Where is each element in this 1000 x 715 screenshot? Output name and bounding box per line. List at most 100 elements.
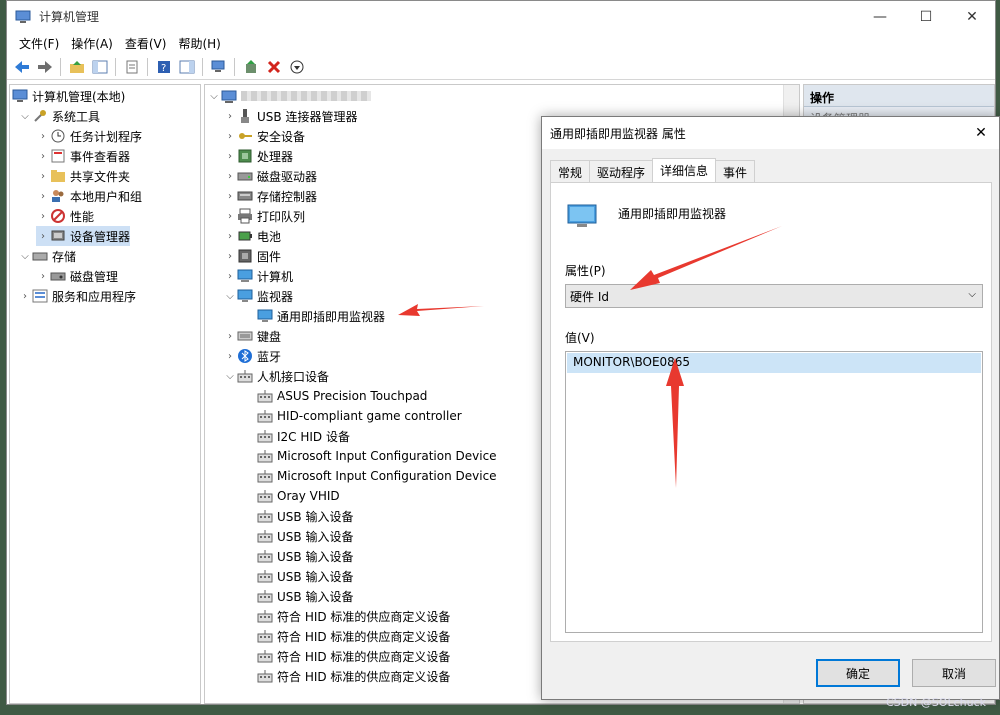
cpu-icon [237, 148, 253, 164]
scan-hardware-icon[interactable] [208, 57, 229, 77]
device-tree-root[interactable]: ⌵ [207, 86, 371, 106]
tree-item[interactable]: USB 输入设备 [243, 506, 353, 526]
properties-icon[interactable] [121, 57, 142, 77]
chevron-right-icon[interactable]: › [223, 111, 237, 122]
chevron-right-icon[interactable]: › [36, 171, 50, 182]
chevron-down-icon[interactable]: ⌵ [223, 291, 237, 302]
tree-item[interactable]: › 电池 [223, 226, 281, 246]
tree-item[interactable]: › 磁盘驱动器 [223, 166, 317, 186]
menu-item[interactable]: 操作(A) [65, 35, 119, 52]
chevron-right-icon[interactable]: › [223, 231, 237, 242]
tree-item-label: 打印队列 [257, 209, 306, 224]
tree-item[interactable]: Microsoft Input Configuration Device [243, 466, 497, 486]
tree-item[interactable]: › 存储控制器 [223, 186, 317, 206]
chevron-right-icon[interactable]: › [223, 331, 237, 342]
chevron-right-icon[interactable]: › [18, 291, 32, 302]
help-icon[interactable]: ? [153, 57, 174, 77]
dialog-tab[interactable]: 事件 [715, 160, 756, 182]
value-list-item[interactable]: MONITOR\BOE0865 [567, 353, 981, 373]
tree-item[interactable]: ⌵ 系统工具 [18, 106, 100, 126]
chevron-down-icon[interactable]: ⌵ [223, 371, 237, 382]
back-icon[interactable] [11, 57, 32, 77]
tree-item[interactable]: › 键盘 [223, 326, 281, 346]
monitor-icon [567, 203, 597, 234]
tree-item[interactable]: › 设备管理器 [36, 226, 131, 246]
update-driver-icon[interactable] [240, 57, 261, 77]
tree-item[interactable]: › 性能 [36, 206, 94, 226]
chevron-right-icon[interactable]: › [36, 191, 50, 202]
up-folder-icon[interactable] [66, 57, 87, 77]
tree-item[interactable]: ⌵ 存储 [18, 246, 76, 266]
menu-item[interactable]: 查看(V) [119, 35, 173, 52]
close-button[interactable]: ✕ [949, 1, 995, 32]
tree-item[interactable]: 符合 HID 标准的供应商定义设备 [243, 646, 450, 666]
tree-item[interactable]: › USB 连接器管理器 [223, 106, 357, 126]
tree-item[interactable]: › 处理器 [223, 146, 293, 166]
action-pane-icon[interactable] [176, 57, 197, 77]
dialog-tab[interactable]: 常规 [550, 160, 591, 182]
tree-item[interactable]: › 蓝牙 [223, 346, 281, 366]
chevron-right-icon[interactable]: › [223, 191, 237, 202]
tree-item[interactable]: 通用即插即用监视器 [243, 306, 385, 326]
dialog-tab[interactable]: 驱动程序 [589, 160, 654, 182]
tree-item[interactable]: 符合 HID 标准的供应商定义设备 [243, 666, 450, 686]
disable-device-icon[interactable] [286, 57, 307, 77]
tree-item[interactable]: Oray VHID [243, 486, 340, 506]
chevron-right-icon[interactable]: › [36, 131, 50, 142]
tree-item[interactable]: Microsoft Input Configuration Device [243, 446, 497, 466]
chevron-down-icon[interactable]: ⌵ [18, 251, 32, 262]
tree-root[interactable]: 计算机管理(本地) [12, 86, 125, 106]
tree-item[interactable]: › 任务计划程序 [36, 126, 142, 146]
menu-item[interactable]: 帮助(H) [172, 35, 226, 52]
tree-item[interactable]: › 本地用户和组 [36, 186, 142, 206]
chevron-right-icon[interactable]: › [223, 251, 237, 262]
chevron-right-icon[interactable]: › [223, 151, 237, 162]
tree-item[interactable]: › 事件查看器 [36, 146, 130, 166]
tree-item[interactable]: ⌵ 监视器 [223, 286, 293, 306]
tree-item[interactable]: › 打印队列 [223, 206, 305, 226]
users-icon [50, 188, 66, 204]
chevron-right-icon[interactable]: › [223, 171, 237, 182]
chevron-right-icon[interactable]: › [36, 211, 50, 222]
chevron-right-icon[interactable]: › [36, 151, 50, 162]
tree-item[interactable]: USB 输入设备 [243, 566, 353, 586]
tree-item[interactable]: › 共享文件夹 [36, 166, 130, 186]
tree-item[interactable]: › 服务和应用程序 [18, 286, 136, 306]
minimize-button[interactable]: — [857, 1, 903, 32]
property-select[interactable]: 硬件 Id ⌵ [565, 284, 983, 308]
tree-item[interactable]: USB 输入设备 [243, 546, 353, 566]
tree-item[interactable]: › 安全设备 [223, 126, 305, 146]
tree-item[interactable]: USB 输入设备 [243, 586, 353, 606]
chevron-right-icon[interactable]: › [223, 351, 237, 362]
tree-item[interactable]: 符合 HID 标准的供应商定义设备 [243, 626, 450, 646]
show-hide-tree-icon[interactable] [89, 57, 110, 77]
tree-item[interactable]: USB 输入设备 [243, 526, 353, 546]
dialog-tab[interactable]: 详细信息 [652, 158, 717, 182]
tree-item[interactable]: HID-compliant game controller [243, 406, 462, 426]
tree-item-label: 事件查看器 [70, 149, 131, 164]
tree-item[interactable]: I2C HID 设备 [243, 426, 350, 446]
value-list[interactable]: MONITOR\BOE0865 [565, 351, 983, 633]
chevron-right-icon[interactable]: › [36, 271, 50, 282]
chevron-right-icon[interactable]: › [223, 271, 237, 282]
chevron-right-icon[interactable]: › [223, 131, 237, 142]
tree-item[interactable]: › 固件 [223, 246, 281, 266]
tree-item[interactable]: ⌵ 人机接口设备 [223, 366, 329, 386]
tree-item-label: 符合 HID 标准的供应商定义设备 [277, 609, 451, 624]
ok-button[interactable]: 确定 [816, 659, 900, 687]
dialog-close-button[interactable]: ✕ [963, 117, 999, 149]
cancel-button[interactable]: 取消 [912, 659, 996, 687]
tree-item[interactable]: › 磁盘管理 [36, 266, 118, 286]
menu-item[interactable]: 文件(F) [13, 35, 65, 52]
forward-icon[interactable] [34, 57, 55, 77]
tree-item[interactable]: ASUS Precision Touchpad [243, 386, 427, 406]
chevron-right-icon[interactable]: › [223, 211, 237, 222]
chevron-down-icon[interactable]: ⌵ [207, 91, 221, 102]
tree-item[interactable]: › 计算机 [223, 266, 293, 286]
chevron-right-icon[interactable]: › [36, 231, 50, 242]
maximize-button[interactable]: ☐ [903, 1, 949, 32]
uninstall-icon[interactable] [263, 57, 284, 77]
tree-item[interactable]: 符合 HID 标准的供应商定义设备 [243, 606, 450, 626]
chevron-down-icon[interactable]: ⌵ [18, 111, 32, 122]
tree-item-label: 共享文件夹 [70, 169, 131, 184]
